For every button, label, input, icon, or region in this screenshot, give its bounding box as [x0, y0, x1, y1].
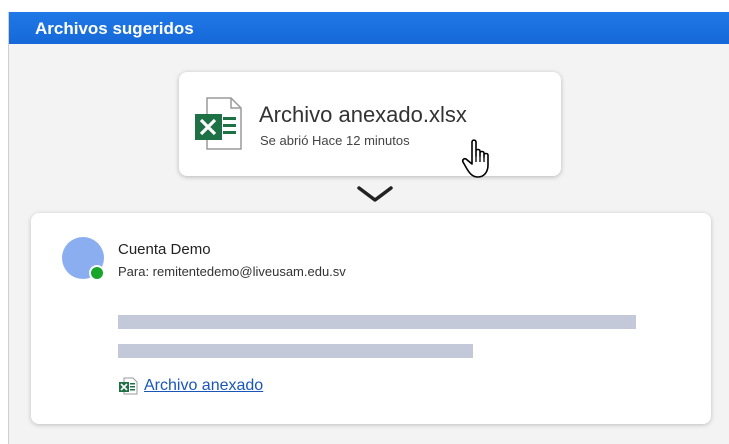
text-placeholder-line	[118, 344, 473, 358]
excel-file-icon	[195, 97, 242, 150]
attachment[interactable]: Archivo anexado	[118, 376, 263, 396]
panel-header: Archivos sugeridos	[9, 12, 729, 44]
suggested-files-panel: Archivos sugeridos Archivo anexado.xlsx …	[8, 12, 729, 444]
presence-status-icon	[89, 265, 105, 281]
suggested-file-card[interactable]: Archivo anexado.xlsx Se abrió Hace 12 mi…	[179, 72, 561, 178]
panel-title: Archivos sugeridos	[35, 19, 194, 38]
text-placeholder-line	[118, 315, 636, 329]
file-opened-time: Se abrió Hace 12 minutos	[260, 133, 410, 148]
hand-pointer-cursor-icon	[461, 139, 489, 178]
excel-file-icon	[119, 377, 138, 395]
recipient-line: Para: remitentedemo@liveusam.edu.sv	[118, 264, 346, 279]
chevron-down-icon[interactable]	[355, 184, 395, 206]
file-name[interactable]: Archivo anexado.xlsx	[259, 102, 467, 128]
attachment-link[interactable]: Archivo anexado	[144, 377, 263, 395]
email-preview-card[interactable]: Cuenta Demo Para: remitentedemo@liveusam…	[31, 213, 711, 424]
sender-name: Cuenta Demo	[118, 241, 211, 258]
